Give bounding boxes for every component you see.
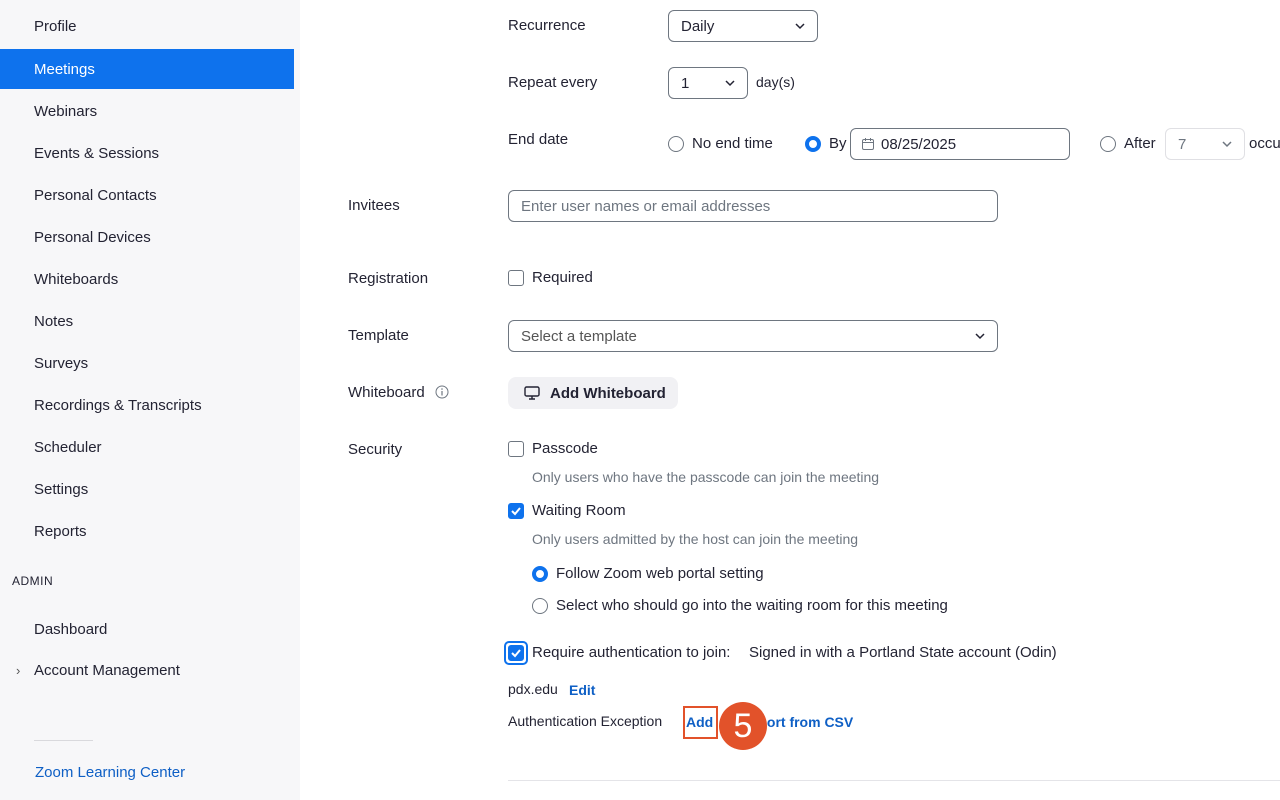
sidebar-item-scheduler[interactable]: Scheduler [0,427,294,467]
end-after-label: After [1124,135,1156,152]
repeat-unit-label: day(s) [756,74,795,90]
invitees-input[interactable]: Enter user names or email addresses [508,190,998,222]
select-who-radio[interactable] [532,598,548,614]
sidebar-item-dashboard[interactable]: Dashboard [0,609,294,649]
sidebar-item-label: Personal Contacts [34,186,157,204]
sidebar-item-label: Scheduler [34,438,102,456]
whiteboard-icon [524,386,540,400]
passcode-label: Passcode [532,440,598,457]
invitees-placeholder: Enter user names or email addresses [521,197,771,215]
sidebar-item-label: Notes [34,312,74,330]
follow-setting-radio[interactable] [532,566,548,582]
registration-label: Registration [348,270,429,287]
waiting-room-checkbox[interactable] [508,503,524,519]
info-icon[interactable] [435,385,449,399]
follow-setting-label: Follow Zoom web portal setting [556,565,764,582]
sidebar-divider [34,740,93,741]
template-select[interactable]: Select a template [508,320,998,352]
sidebar: Profile Meetings Webinars Events & Sessi… [0,0,300,800]
check-icon [511,649,521,658]
sidebar-item-surveys[interactable]: Surveys [0,343,294,383]
sidebar-item-meetings[interactable]: Meetings [0,49,294,89]
sidebar-item-label: Events & Sessions [34,144,160,162]
sidebar-item-label: Dashboard [34,620,108,638]
sidebar-item-label: Reports [34,522,87,540]
sidebar-item-label: Profile [34,17,77,35]
template-label: Template [348,327,409,344]
passcode-checkbox[interactable] [508,441,524,457]
sidebar-item-notes[interactable]: Notes [0,301,294,341]
add-whiteboard-label: Add Whiteboard [550,384,666,402]
sidebar-item-reports[interactable]: Reports [0,511,294,551]
add-whiteboard-button[interactable]: Add Whiteboard [508,377,678,409]
repeat-every-label: Repeat every [508,74,598,91]
no-end-time-label: No end time [692,135,773,152]
sidebar-item-settings[interactable]: Settings [0,469,294,509]
repeat-every-value: 1 [681,74,690,92]
section-divider [508,780,1280,781]
recurrence-value: Daily [681,17,715,35]
chevron-down-icon [1220,137,1234,151]
waiting-room-help: Only users admitted by the host can join… [532,531,859,547]
sidebar-item-label: Meetings [34,60,95,78]
end-after-radio[interactable] [1100,136,1116,152]
sidebar-item-label: Account Management [34,661,180,679]
waiting-room-label: Waiting Room [532,502,626,519]
security-label: Security [348,441,403,458]
edit-domain-link[interactable]: Edit [569,682,595,698]
sidebar-item-label: Recordings & Transcripts [34,396,202,414]
sidebar-item-events-sessions[interactable]: Events & Sessions [0,133,294,173]
sidebar-item-recordings[interactable]: Recordings & Transcripts [0,385,294,425]
no-end-time-radio[interactable] [668,136,684,152]
repeat-every-select[interactable]: 1 [668,67,748,99]
sidebar-item-label: Webinars [34,102,98,120]
require-auth-label: Require authentication to join: [532,644,731,661]
passcode-help: Only users who have the passcode can joi… [532,469,880,485]
sidebar-item-label: Whiteboards [34,270,119,288]
sidebar-item-profile[interactable]: Profile [0,6,294,46]
end-date-label: End date [508,131,569,148]
end-date-value: 08/25/2025 [881,135,957,153]
sidebar-item-label: Personal Devices [34,228,151,246]
sidebar-item-label: Settings [34,480,89,498]
invitees-label: Invitees [348,197,400,214]
occurrences-label: occu [1249,135,1280,152]
recurrence-label: Recurrence [508,17,586,34]
sidebar-item-account-management[interactable]: › Account Management [0,650,294,690]
sidebar-item-webinars[interactable]: Webinars [0,91,294,131]
occurrences-value: 7 [1178,135,1187,153]
sidebar-item-personal-contacts[interactable]: Personal Contacts [0,175,294,215]
auth-domain: pdx.edu [508,681,558,697]
end-date-input[interactable]: 08/25/2025 [850,128,1070,160]
select-who-label: Select who should go into the waiting ro… [556,597,948,614]
sidebar-item-whiteboards[interactable]: Whiteboards [0,259,294,299]
chevron-down-icon [793,19,807,33]
sidebar-item-label: Surveys [34,354,89,372]
check-icon [511,507,521,516]
chevron-down-icon [723,76,737,90]
end-by-radio[interactable] [805,136,821,152]
whiteboard-label: Whiteboard [348,384,425,401]
learning-center-link[interactable]: Zoom Learning Center [35,764,185,781]
auth-exception-label: Authentication Exception [508,713,663,729]
annotation-highlight-box [683,706,718,739]
occurrences-select[interactable]: 7 [1165,128,1245,160]
end-by-label: By [829,135,847,152]
recurrence-select[interactable]: Daily [668,10,818,42]
chevron-down-icon [973,329,987,343]
chevron-right-icon: › [16,662,21,678]
registration-checkbox[interactable] [508,270,524,286]
require-auth-checkbox[interactable] [508,645,524,661]
calendar-icon [861,137,875,151]
admin-section-label: ADMIN [12,574,54,588]
template-placeholder: Select a template [521,327,637,345]
auth-method-label: Signed in with a Portland State account … [749,644,1057,661]
sidebar-item-personal-devices[interactable]: Personal Devices [0,217,294,257]
step-number-badge: 5 [719,702,767,750]
registration-required-label: Required [532,269,593,286]
